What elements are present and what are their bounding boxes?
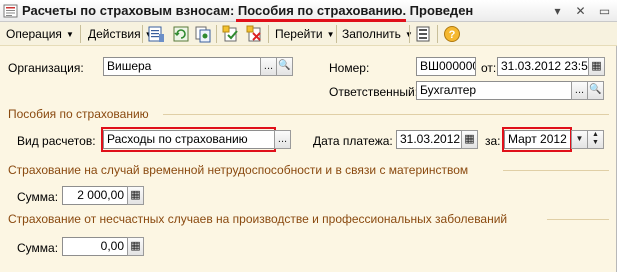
window-title: Расчеты по страховым взносам: Пособия по… xyxy=(22,3,473,18)
chevron-down-icon: ▼ xyxy=(326,30,335,39)
period-for-label: за: xyxy=(485,134,501,148)
post-icon[interactable] xyxy=(222,25,240,43)
calc-type-field[interactable]: Расходы по страхованию xyxy=(103,130,275,149)
number-field[interactable]: ВШ0000000 xyxy=(416,57,476,76)
organization-field[interactable]: Вишера xyxy=(103,57,261,76)
payment-date-field[interactable]: 31.03.2012 xyxy=(396,130,462,149)
calculator-icon[interactable]: ▦ xyxy=(127,186,144,205)
svg-text:?: ? xyxy=(449,29,456,41)
chevron-down-icon[interactable]: ▼ xyxy=(571,130,588,149)
benefits-section-title: Пособия по страхованию xyxy=(8,107,149,121)
goto-menu[interactable]: Перейти ▼ xyxy=(275,24,334,44)
calendar-icon[interactable]: ▦ xyxy=(461,130,478,149)
payment-date-label: Дата платежа: xyxy=(313,134,393,148)
section-divider xyxy=(163,114,609,115)
operation-menu[interactable]: Операция ▼ xyxy=(6,24,74,44)
section-divider xyxy=(503,170,609,171)
toolbar-separator xyxy=(80,25,81,43)
chevron-down-icon: ▼ xyxy=(65,30,74,39)
search-icon[interactable]: 🔍 xyxy=(587,81,604,100)
calc-type-label: Вид расчетов: xyxy=(17,134,96,148)
toolbar-separator xyxy=(142,25,143,43)
actions-menu-label: Действия xyxy=(88,27,141,41)
list-settings-icon[interactable] xyxy=(414,25,432,43)
number-label: Номер: xyxy=(329,61,370,75)
goto-menu-label: Перейти xyxy=(275,27,323,41)
fill-menu-label: Заполнить xyxy=(342,27,401,41)
accidents-section-title: Страхование от несчастных случаев на про… xyxy=(8,212,508,226)
temp-disability-sum-label: Сумма: xyxy=(17,190,59,204)
close-icon[interactable]: ✕ xyxy=(572,3,589,19)
help-icon[interactable]: ? xyxy=(443,25,461,43)
responsible-field[interactable]: Бухгалтер xyxy=(416,81,572,100)
unpost-icon[interactable] xyxy=(246,25,264,43)
organization-label: Организация: xyxy=(8,61,84,75)
period-stepper[interactable]: ▲ ▼ xyxy=(587,130,604,149)
accidents-sum-field[interactable]: 0,00 xyxy=(62,237,128,256)
calendar-icon[interactable]: ▦ xyxy=(588,57,605,76)
refresh-icon[interactable] xyxy=(172,25,190,43)
select-button[interactable]: ... xyxy=(260,57,277,76)
window-menu-button[interactable]: ▾ xyxy=(549,3,566,19)
period-field[interactable]: Март 2012 xyxy=(504,130,572,149)
section-divider xyxy=(547,219,609,220)
copy-icon[interactable] xyxy=(194,25,212,43)
journal-icon[interactable] xyxy=(147,25,165,43)
calculator-icon[interactable]: ▦ xyxy=(127,237,144,256)
operation-menu-label: Операция xyxy=(6,27,62,41)
toolbar-separator xyxy=(268,25,269,43)
fill-menu[interactable]: Заполнить▼ xyxy=(342,24,413,44)
temp-disability-section-title: Страхование на случай временной нетрудос… xyxy=(8,163,469,177)
title-prefix: Расчеты по страховым взносам: xyxy=(22,3,238,18)
toolbar: Операция▼ Действия▼ xyxy=(0,22,617,46)
temp-disability-sum-field[interactable]: 2 000,00 xyxy=(62,186,128,205)
date-from-label: от: xyxy=(481,61,497,75)
accidents-sum-label: Сумма: xyxy=(17,241,59,255)
title-document-type: Пособия по страхованию xyxy=(237,3,403,18)
toolbar-separator xyxy=(336,25,337,43)
select-button[interactable]: ... xyxy=(274,130,291,149)
select-button[interactable]: ... xyxy=(571,81,588,100)
toolbar-separator xyxy=(216,25,217,43)
search-icon[interactable]: 🔍 xyxy=(276,57,293,76)
document-icon xyxy=(3,4,18,18)
toolbar-separator xyxy=(409,25,410,43)
document-window: Расчеты по страховым взносам: Пособия по… xyxy=(0,0,617,272)
responsible-label: Ответственный: xyxy=(329,85,419,99)
title-bar: Расчеты по страховым взносам: Пособия по… xyxy=(0,0,617,22)
restore-icon[interactable]: ▭ xyxy=(596,3,613,19)
toolbar-separator xyxy=(437,25,438,43)
title-status: . Проведен xyxy=(402,3,474,18)
document-date-field[interactable]: 31.03.2012 23:59: xyxy=(497,57,589,76)
